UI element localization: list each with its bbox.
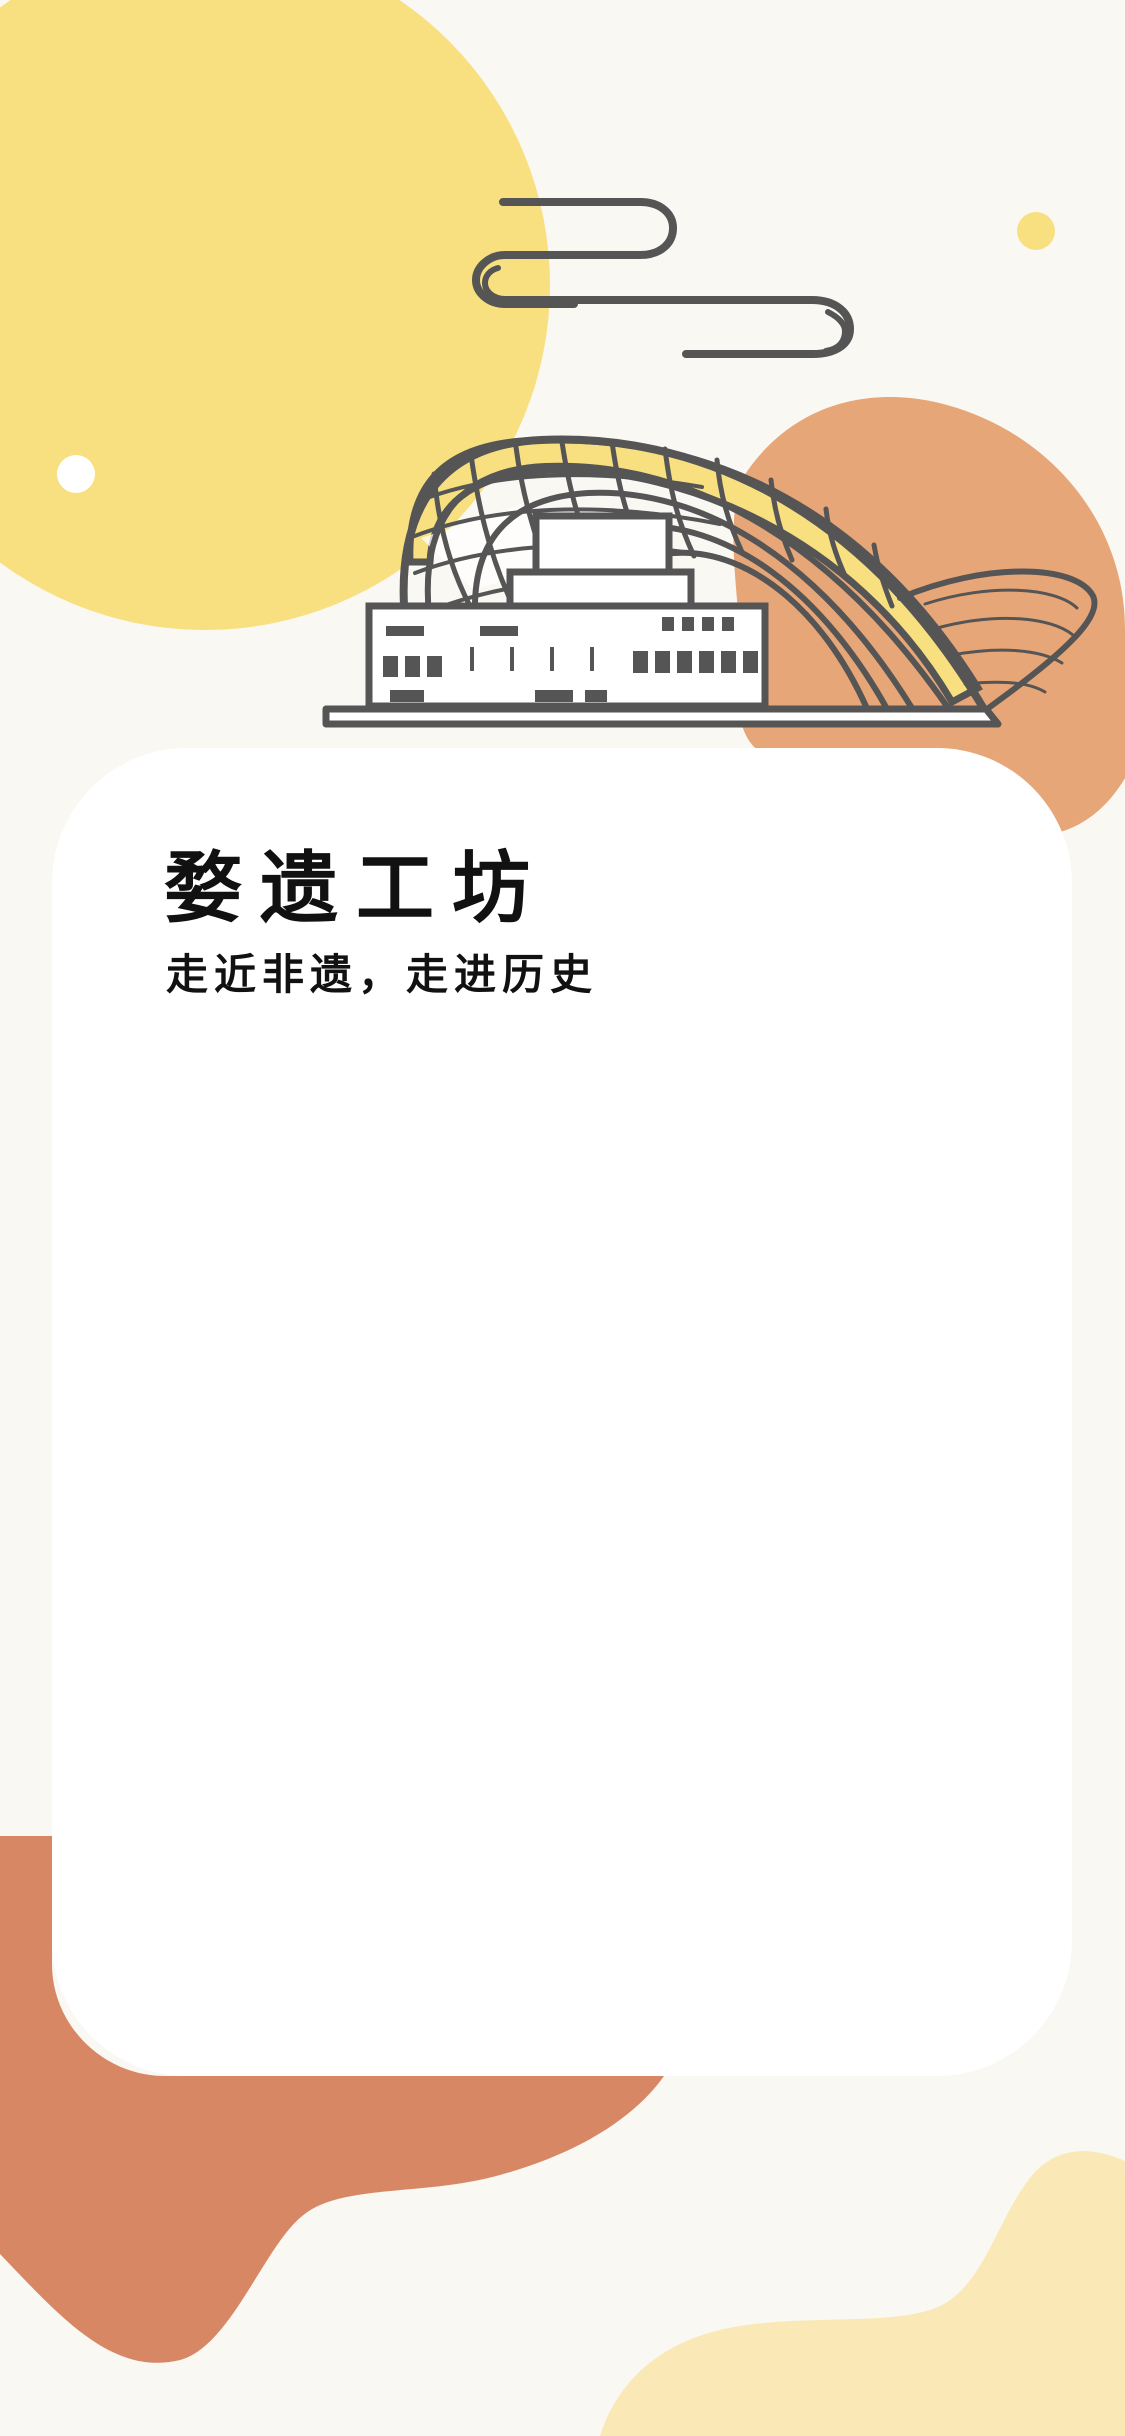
small-yellow-dot xyxy=(1017,212,1055,250)
splash-screen: 婺遗工坊 走近非遗，走进历史 xyxy=(0,0,1125,2436)
cream-blob xyxy=(600,2151,1125,2436)
app-slogan: 走近非遗，走进历史 xyxy=(166,950,599,999)
white-dot xyxy=(57,455,95,493)
content-card: 婺遗工坊 走近非遗，走进历史 xyxy=(52,748,1072,2076)
app-title: 婺遗工坊 xyxy=(164,843,549,934)
